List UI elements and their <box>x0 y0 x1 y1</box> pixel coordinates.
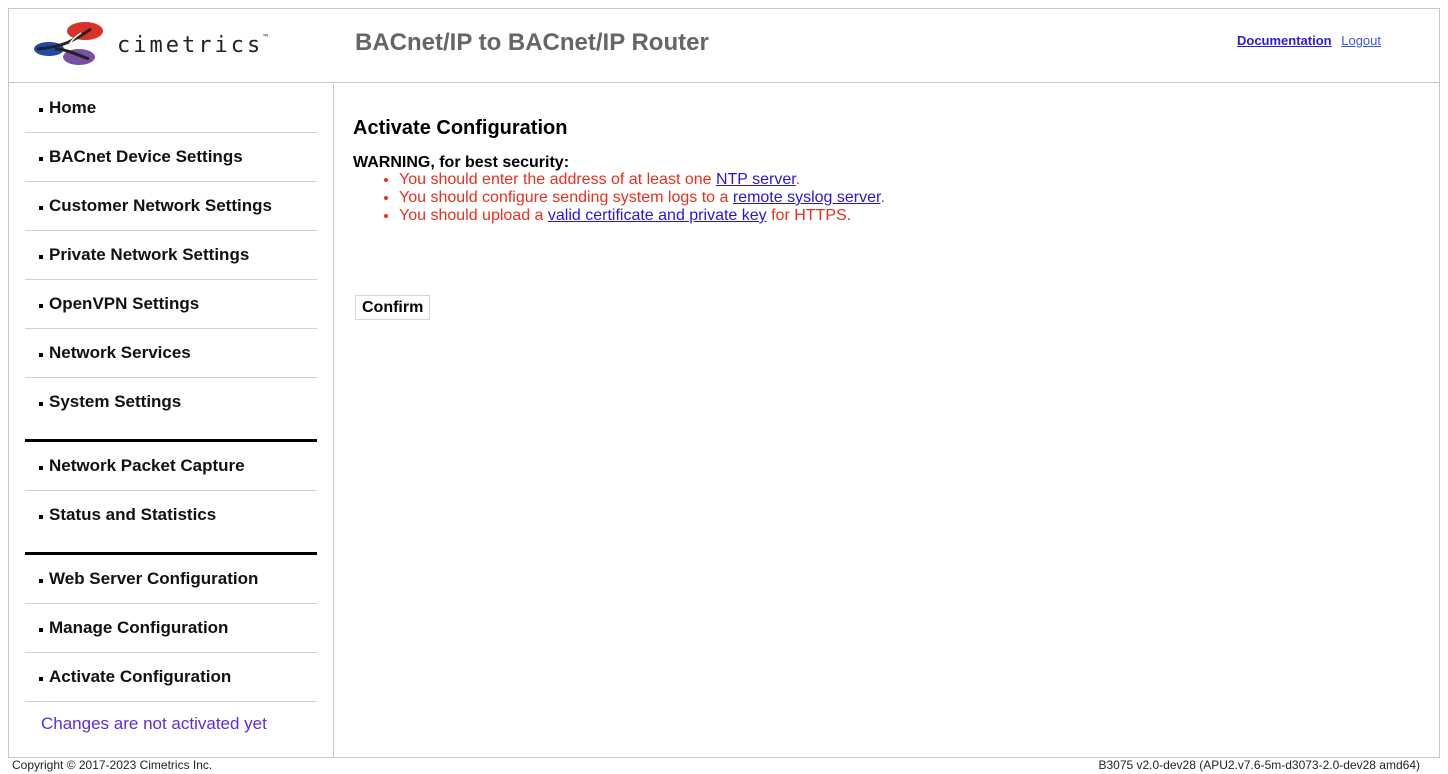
certificate-key-link[interactable]: valid certificate and private key <box>548 207 767 224</box>
sidebar-item-customer-network-settings[interactable]: Customer Network Settings <box>25 182 317 231</box>
sidebar-item-private-network-settings[interactable]: Private Network Settings <box>25 231 317 280</box>
sidebar-item-web-server-configuration[interactable]: Web Server Configuration <box>25 555 317 604</box>
remote-syslog-server-link[interactable]: remote syslog server <box>733 189 881 206</box>
sidebar-item-network-packet-capture[interactable]: Network Packet Capture <box>25 442 317 491</box>
sidebar-item-label: Manage Configuration <box>49 618 229 637</box>
page-title: Activate Configuration <box>353 117 568 139</box>
confirm-button[interactable]: Confirm <box>355 295 431 320</box>
documentation-link[interactable]: Documentation <box>1237 33 1332 48</box>
ntp-server-link[interactable]: NTP server <box>716 171 796 188</box>
warning-heading: WARNING, for best security: <box>353 154 570 171</box>
logo-trademark: ™ <box>263 33 269 42</box>
warning-item: You should upload a valid certificate an… <box>399 207 885 225</box>
warning-item: You should configure sending system logs… <box>399 189 885 207</box>
logout-link[interactable]: Logout <box>1341 33 1381 48</box>
bullet-icon <box>39 402 43 406</box>
sidebar-item-label: Network Services <box>49 343 191 362</box>
cimetrics-logo[interactable]: cimetrics™ <box>33 19 273 69</box>
cimetrics-logo-icon <box>34 22 103 65</box>
bullet-icon <box>39 466 43 470</box>
page-frame: cimetrics™ BACnet/IP to BACnet/IP Router… <box>8 8 1440 758</box>
sidebar-item-openvpn-settings[interactable]: OpenVPN Settings <box>25 280 317 329</box>
sidebar-item-label: Private Network Settings <box>49 245 250 264</box>
header: cimetrics™ BACnet/IP to BACnet/IP Router… <box>9 9 1439 83</box>
changes-not-activated-note: Changes are not activated yet <box>41 714 267 733</box>
sidebar-item-activate-configuration[interactable]: Activate Configuration <box>25 653 317 702</box>
bullet-icon <box>39 304 43 308</box>
sidebar-item-system-settings[interactable]: System Settings <box>25 378 317 442</box>
version-text: B3075 v2.0-dev28 (APU2.v7.6-5m-d3073-2.0… <box>1098 758 1420 772</box>
sidebar-item-label: Status and Statistics <box>49 505 217 524</box>
bullet-icon <box>39 108 43 112</box>
bullet-icon <box>39 628 43 632</box>
sidebar-item-label: Activate Configuration <box>49 667 232 686</box>
sidebar-item-label: OpenVPN Settings <box>49 294 200 313</box>
sidebar-item-home[interactable]: Home <box>25 84 317 133</box>
sidebar-item-label: Customer Network Settings <box>49 196 272 215</box>
bullet-icon <box>39 157 43 161</box>
bullet-icon <box>39 353 43 357</box>
bullet-icon <box>39 206 43 210</box>
sidebar-item-status-and-statistics[interactable]: Status and Statistics <box>25 491 317 555</box>
sidebar-item-label: Home <box>49 98 97 117</box>
logo-text: cimetrics <box>117 33 264 58</box>
sidebar-item-label: Web Server Configuration <box>49 569 259 588</box>
sidebar-item-label: BACnet Device Settings <box>49 147 243 166</box>
sidebar-item-label: System Settings <box>49 392 182 411</box>
bullet-icon <box>39 677 43 681</box>
warning-item: You should enter the address of at least… <box>399 171 885 189</box>
sidebar-item-network-services[interactable]: Network Services <box>25 329 317 378</box>
app-title: BACnet/IP to BACnet/IP Router <box>355 29 709 56</box>
warning-list: You should enter the address of at least… <box>383 171 885 225</box>
bullet-icon <box>39 515 43 519</box>
sidebar: Home BACnet Device Settings Customer Net… <box>9 84 334 758</box>
sidebar-item-label: Network Packet Capture <box>49 456 245 475</box>
sidebar-item-manage-configuration[interactable]: Manage Configuration <box>25 604 317 653</box>
bullet-icon <box>39 579 43 583</box>
bullet-icon <box>39 255 43 259</box>
top-links: Documentation Logout <box>1237 33 1381 48</box>
main-content: Activate Configuration WARNING, for best… <box>335 84 1439 758</box>
copyright-text: Copyright © 2017-2023 Cimetrics Inc. <box>12 758 213 772</box>
sidebar-item-bacnet-device-settings[interactable]: BACnet Device Settings <box>25 133 317 182</box>
